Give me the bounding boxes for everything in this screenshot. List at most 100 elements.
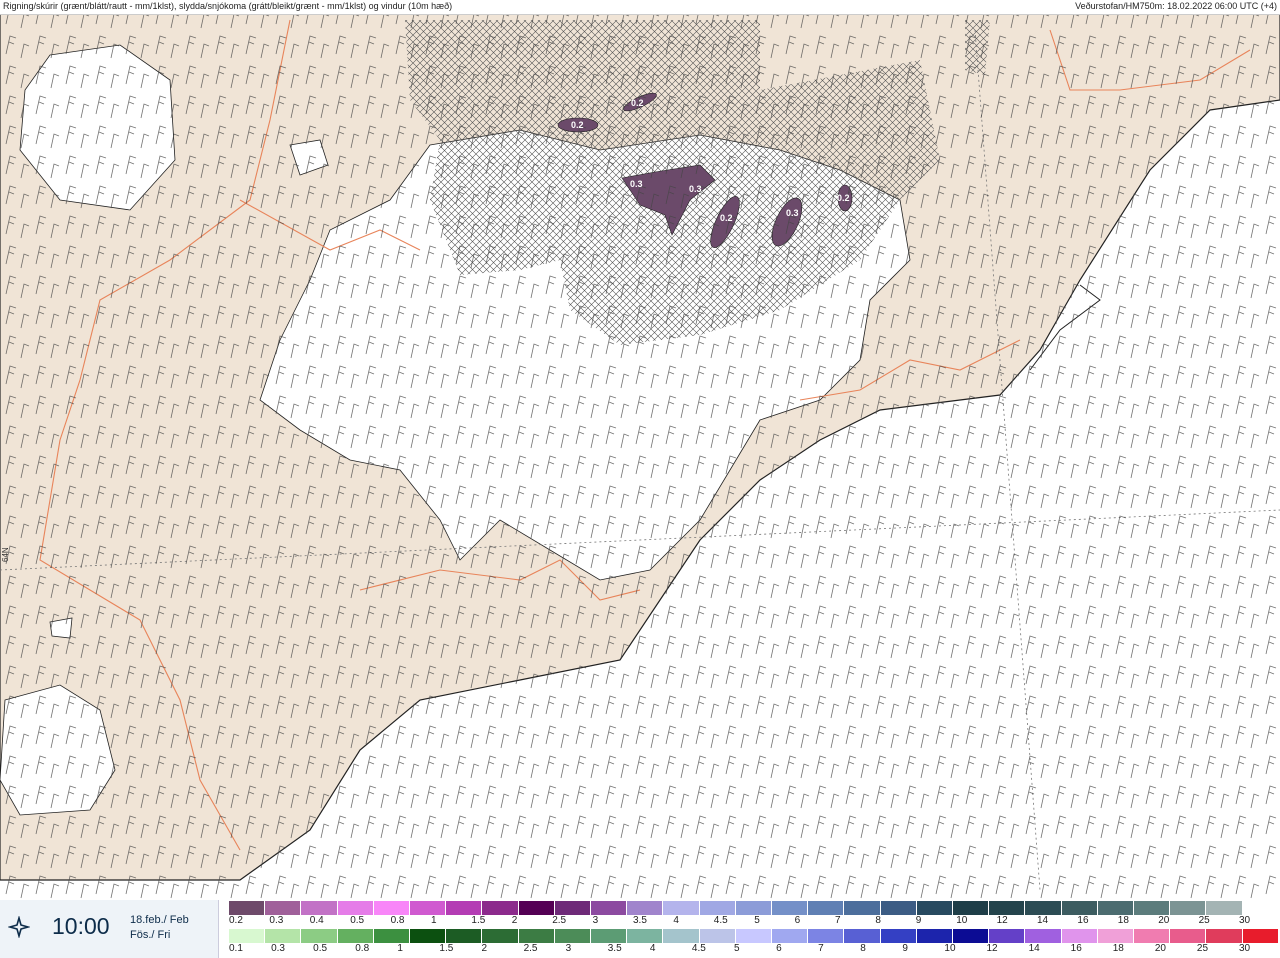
rain-scale-swatch [518, 929, 555, 943]
rain-scale-swatch [446, 929, 483, 943]
rain-scale-swatch [735, 929, 773, 943]
rain-scale-swatch [844, 929, 881, 943]
rain-scale-swatch [229, 929, 266, 943]
rain-scale-swatch [808, 929, 845, 943]
snow-scale-swatch [337, 901, 374, 915]
rain-scale-swatch [591, 929, 628, 943]
snow-scale-label: 2 [511, 915, 518, 926]
rain-scale-swatch [482, 929, 519, 943]
time-panel: 10:00 18.feb./ Feb Fös./ Fri [0, 900, 219, 958]
snow-scale-label: 0.8 [390, 915, 405, 926]
rain-scale-label: 16 [1070, 943, 1082, 954]
snow-scale-swatch [663, 901, 700, 915]
snow-scale-label: 4 [673, 915, 679, 926]
rain-scale-swatch [265, 929, 302, 943]
rain-scale-label: 18 [1112, 943, 1124, 954]
rain-scale-swatch [1061, 929, 1098, 943]
latitude-label: 64N [1, 547, 10, 562]
precip-label: 0.2 [631, 98, 644, 108]
weather-map [0, 13, 1280, 900]
map-title: Rigning/skúrir (grænt/blátt/rautt - mm/1… [3, 1, 453, 11]
rain-scale-label: 0.3 [271, 943, 285, 954]
snow-scale-label: 0.5 [350, 915, 365, 926]
rain-scale-label: 30 [1239, 943, 1251, 954]
rain-scale-swatch [699, 929, 736, 943]
rain-scale-swatch [373, 929, 411, 943]
rain-scale-label: 12 [986, 943, 998, 954]
precip-label: 0.3 [689, 184, 702, 194]
rain-scale-label: 4 [649, 943, 656, 954]
snow-scale-label: 18 [1117, 915, 1129, 926]
rain-scale-label: 0.5 [313, 943, 328, 954]
snow-scale-swatch [410, 901, 447, 915]
snow-scale-swatch [591, 901, 628, 915]
snow-scale-swatch [1242, 901, 1279, 915]
rain-color-scale [229, 929, 1279, 943]
snow-scale-label: 1 [431, 915, 437, 926]
rain-scale-label: 0.8 [355, 943, 370, 954]
precip-label: 0.2 [837, 193, 850, 203]
rain-scale-label: 3 [565, 943, 572, 954]
snow-scale-label: 25 [1198, 915, 1210, 926]
rain-scale-swatch [880, 929, 917, 943]
snow-scale-label: 30 [1239, 915, 1251, 926]
snow-scale-swatch [1206, 901, 1243, 915]
snow-scale-swatch [699, 901, 736, 915]
rain-scale-label: 6 [776, 943, 782, 954]
rain-scale-swatch [953, 929, 990, 943]
wind-barbs-overlay [0, 14, 1280, 900]
rain-scale-swatch [1134, 929, 1171, 943]
rain-scale-label: 9 [902, 943, 908, 954]
model-run-info: Veðurstofan/HM750m: 18.02.2022 06:00 UTC… [1075, 1, 1277, 11]
snow-scale-swatch [446, 901, 483, 915]
forecast-weekday: Fös./ Fri [130, 929, 171, 941]
snow-scale-label: 0.2 [229, 915, 243, 926]
snow-scale-swatch [844, 901, 881, 915]
precip-label: 0.2 [571, 120, 584, 130]
rain-scale-swatch [301, 929, 338, 943]
snow-scale-label: 4.5 [713, 915, 728, 926]
snow-scale-swatch [953, 901, 990, 915]
snow-scale-label: 14 [1037, 915, 1049, 926]
rain-scale-label: 25 [1196, 943, 1209, 954]
rain-scale-label: 2.5 [523, 943, 538, 954]
rain-scale-swatch [772, 929, 809, 943]
rain-scale-label: 10 [944, 943, 956, 954]
snow-scale-swatch [265, 901, 302, 915]
precip-label: 0.3 [630, 179, 643, 189]
snow-scale-label: 12 [996, 915, 1008, 926]
snow-scale-label: 1.5 [471, 915, 486, 926]
rain-scale-label: 0.1 [229, 943, 243, 954]
snow-scale-labels: 0.2 0.3 0.4 0.5 0.8 1 1.5 2 2.5 3 3.5 4 4.5 5 6 7 8 9 10 12… [229, 915, 1279, 927]
snow-scale-label: 3.5 [633, 915, 647, 926]
rain-scale-swatch [1206, 929, 1243, 943]
snow-scale-swatch [301, 901, 338, 915]
snow-scale-swatch [627, 901, 664, 915]
rain-scale-label: 1 [397, 943, 403, 954]
snow-scale-swatch [482, 901, 519, 915]
rain-scale-swatch [916, 929, 954, 943]
rain-scale-swatch [1025, 929, 1062, 943]
rain-scale-swatch [663, 929, 700, 943]
snow-scale-label: 10 [956, 915, 968, 926]
precip-label: 0.2 [720, 213, 733, 223]
snow-scale-swatch [916, 901, 954, 915]
snow-scale-swatch [1061, 901, 1098, 915]
rain-scale-label: 7 [818, 943, 824, 954]
rain-scale-swatch [554, 929, 592, 943]
compass-icon [8, 916, 30, 938]
snow-scale-swatch [1025, 901, 1062, 915]
snow-scale-label: 2.5 [552, 915, 567, 926]
rain-scale-swatch [1170, 929, 1207, 943]
snow-scale-label: 20 [1158, 915, 1170, 926]
snow-scale-swatch [1097, 901, 1135, 915]
snow-scale-label: 0.3 [269, 915, 284, 926]
snow-scale-swatch [1170, 901, 1207, 915]
snow-scale-swatch [229, 901, 266, 915]
snow-scale-swatch [880, 901, 917, 915]
snow-scale-swatch [735, 901, 773, 915]
forecast-time: 10:00 [52, 913, 110, 939]
snow-scale-label: 7 [835, 915, 841, 926]
snow-scale-label: 9 [915, 915, 922, 926]
snow-scale-label: 8 [875, 915, 881, 926]
